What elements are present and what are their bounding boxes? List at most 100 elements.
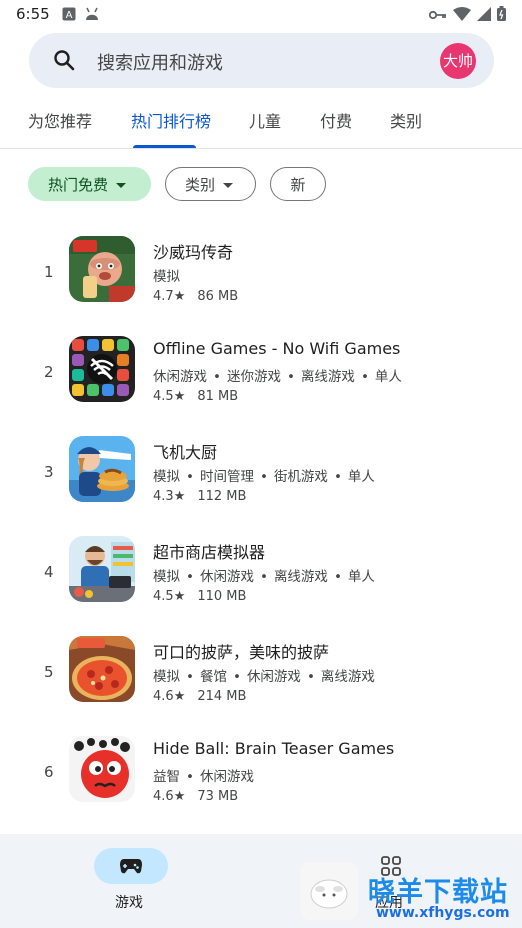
android-icon <box>84 6 100 25</box>
tab-kids[interactable]: 儿童 <box>249 108 281 132</box>
category-tag: 餐馆 <box>199 669 227 685</box>
search-placeholder[interactable]: 搜索应用和游戏 <box>97 49 223 75</box>
rating-value: 4.6 <box>153 789 174 804</box>
app-categories: 模拟 • 餐馆 • 休闲游戏 • 离线游戏 <box>153 669 375 685</box>
rating-value: 4.3 <box>153 489 174 504</box>
category-tag: 离线游戏 <box>300 369 355 385</box>
category-tag: 休闲游戏 <box>199 769 254 785</box>
app-categories: 益智 • 休闲游戏 <box>153 769 254 785</box>
wifi-icon <box>453 6 471 25</box>
rating-value: 4.7 <box>153 289 174 304</box>
app-size: 112 MB <box>197 489 247 504</box>
category-tag: 模拟 <box>153 269 180 285</box>
category-tag: 离线游戏 <box>273 569 328 585</box>
watermark-url: www.xfhygs.com <box>376 905 510 921</box>
app-categories: 模拟 <box>153 265 180 285</box>
app-size: 81 MB <box>197 389 239 404</box>
category-tag: 时间管理 <box>199 469 254 485</box>
app-name: 飞机大厨 <box>153 443 218 462</box>
star-icon: ★ <box>173 689 186 704</box>
list-item[interactable]: 4 超市商店模拟器 模拟 • 休闲游戏 • 离线游戏 • 单人 4.5★ 110 MB <box>0 522 522 622</box>
app-meta: 4.5★ 110 MB <box>153 589 246 604</box>
active-tab-indicator <box>133 145 196 148</box>
category-tag: 迷你游戏 <box>226 369 281 385</box>
tab-top-charts[interactable]: 热门排行榜 <box>131 108 211 132</box>
supermarket-simulator-icon <box>69 536 135 602</box>
category-tag: 休闲游戏 <box>153 369 207 385</box>
chip-label: 新 <box>290 176 306 194</box>
rank-number: 3 <box>44 463 54 481</box>
rank-number: 2 <box>44 363 54 381</box>
app-categories: 休闲游戏 • 迷你游戏 • 离线游戏 • 单人 <box>153 369 402 385</box>
list-item[interactable]: 5 可口的披萨，美味的披萨 模拟 • 餐馆 • 休闲游戏 • 离线游戏 4.6★ 214 MB <box>0 622 522 722</box>
app-size: 214 MB <box>197 689 247 704</box>
app-name: Hide Ball: Brain Teaser Games <box>153 739 395 758</box>
list-item[interactable]: 3 飞机大厨 模拟 • 时间管理 • 街机游戏 • 单人 4.3★ 112 MB <box>0 422 522 522</box>
tab-recommended[interactable]: 为您推荐 <box>28 108 92 132</box>
gamepad-icon <box>119 856 143 880</box>
app-size: 73 MB <box>197 789 239 804</box>
star-icon: ★ <box>173 789 186 804</box>
nav-games-label[interactable]: 游戏 <box>115 892 143 912</box>
watermark-text: 晓羊下载站 <box>368 877 508 908</box>
hide-ball-icon <box>69 736 135 802</box>
dropdown-caret-icon <box>116 183 127 188</box>
rank-number: 1 <box>44 263 54 281</box>
shawarma-legend-icon <box>69 236 135 302</box>
rank-number: 4 <box>44 563 54 581</box>
a-box-icon: A <box>62 6 76 25</box>
avatar[interactable]: 大帅 <box>440 43 476 79</box>
rating-value: 4.5 <box>153 389 174 404</box>
rating-value: 4.5 <box>153 589 174 604</box>
chip-category[interactable]: 类别 <box>165 167 256 201</box>
category-tag: 单人 <box>374 369 402 385</box>
category-tag: 模拟 <box>153 469 180 485</box>
status-bar: 6:55 A <box>0 0 522 30</box>
category-tag: 模拟 <box>153 669 180 685</box>
tab-paid[interactable]: 付费 <box>320 108 352 132</box>
app-size: 86 MB <box>197 289 239 304</box>
chip-new[interactable]: 新 <box>270 167 326 201</box>
chip-top-free[interactable]: 热门免费 <box>28 167 151 201</box>
chip-label: 热门免费 <box>48 176 109 194</box>
watermark-logo <box>300 862 358 920</box>
status-time: 6:55 <box>16 5 50 23</box>
search-icon[interactable] <box>52 48 76 76</box>
category-tag: 离线游戏 <box>320 669 375 685</box>
chip-label: 类别 <box>185 176 216 194</box>
category-tag: 休闲游戏 <box>246 669 301 685</box>
app-meta: 4.7★ 86 MB <box>153 289 238 304</box>
list-item[interactable]: 2 Offline Games - No Wifi Games 休闲游戏 • 迷你游… <box>0 322 522 422</box>
top-tabs: 为您推荐 热门排行榜 儿童 付费 类别 <box>0 100 522 149</box>
app-meta: 4.5★ 81 MB <box>153 389 238 404</box>
category-tag: 单人 <box>347 569 375 585</box>
star-icon: ★ <box>173 389 186 404</box>
search-bar[interactable]: 搜索应用和游戏 大帅 <box>29 33 494 88</box>
category-tag: 休闲游戏 <box>199 569 254 585</box>
app-meta: 4.3★ 112 MB <box>153 489 246 504</box>
signal-icon <box>477 6 491 25</box>
dropdown-caret-icon <box>223 183 234 188</box>
vpn-key-icon <box>428 6 447 25</box>
star-icon: ★ <box>173 489 186 504</box>
app-categories: 模拟 • 时间管理 • 街机游戏 • 单人 <box>153 469 375 485</box>
app-name: 超市商店模拟器 <box>153 543 266 562</box>
app-name: 可口的披萨，美味的披萨 <box>153 643 330 662</box>
rank-number: 5 <box>44 663 54 681</box>
app-name: Offline Games - No Wifi Games <box>153 339 401 358</box>
category-tag: 街机游戏 <box>273 469 328 485</box>
list-item[interactable]: 1 沙威玛传奇 模拟 4.7★ 86 MB <box>0 222 522 322</box>
app-meta: 4.6★ 73 MB <box>153 789 238 804</box>
star-icon: ★ <box>173 289 186 304</box>
star-icon: ★ <box>173 589 186 604</box>
list-item[interactable]: 6 Hide Ball: Brain Teaser Games 益智 • 休闲游戏 … <box>0 722 522 822</box>
app-categories: 模拟 • 休闲游戏 • 离线游戏 • 单人 <box>153 569 375 585</box>
category-tag: 模拟 <box>153 569 180 585</box>
nav-games-button[interactable] <box>94 848 168 884</box>
offline-games-icon <box>69 336 135 402</box>
svg-text:A: A <box>66 10 73 21</box>
app-meta: 4.6★ 214 MB <box>153 689 246 704</box>
app-name: 沙威玛传奇 <box>153 243 234 262</box>
pizza-icon <box>69 636 135 702</box>
tab-categories[interactable]: 类别 <box>390 108 422 132</box>
